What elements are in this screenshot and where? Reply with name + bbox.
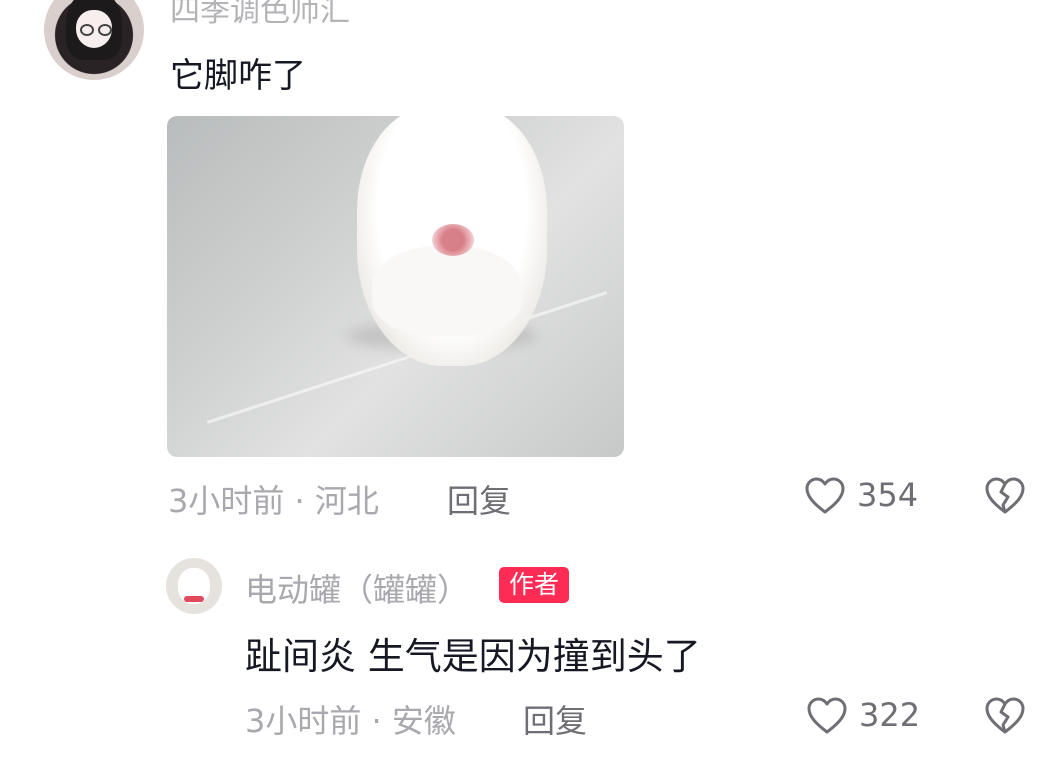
like-button[interactable] bbox=[803, 474, 847, 522]
like-count: 354 bbox=[857, 476, 919, 514]
reply-author-avatar[interactable] bbox=[166, 558, 222, 614]
reply-author-username[interactable]: 电动罐（罐罐） bbox=[245, 565, 469, 611]
heart-outline-icon bbox=[807, 697, 847, 734]
avatar-collar bbox=[184, 596, 204, 602]
reply-like-count: 322 bbox=[859, 696, 921, 734]
dog-paw bbox=[372, 246, 522, 336]
avatar-eye-left bbox=[80, 24, 94, 36]
author-badge: 作者 bbox=[499, 567, 570, 603]
heart-outline-icon bbox=[805, 477, 845, 514]
paw-wound bbox=[432, 224, 474, 256]
reply-dislike-button[interactable] bbox=[983, 694, 1027, 742]
reply-like-button[interactable] bbox=[805, 694, 849, 742]
reply-time-location: 3小时前 · 安徽 bbox=[245, 702, 456, 740]
commenter-username[interactable]: 四季调色师汇 bbox=[170, 0, 350, 30]
broken-heart-icon bbox=[985, 697, 1025, 734]
broken-heart-icon bbox=[985, 477, 1025, 514]
comment-time-location: 3小时前 · 河北 bbox=[168, 482, 379, 520]
dislike-button[interactable] bbox=[983, 474, 1027, 522]
reply-reply-button[interactable]: 回复 bbox=[523, 696, 587, 742]
avatar-eye-right bbox=[98, 24, 112, 36]
reply-button[interactable]: 回复 bbox=[447, 476, 511, 522]
reply-text: 趾间炎 生气是因为撞到头了 bbox=[245, 635, 701, 678]
comment-text: 它脚咋了 bbox=[170, 56, 306, 96]
commenter-avatar[interactable] bbox=[44, 0, 144, 80]
comment-image[interactable] bbox=[167, 116, 624, 457]
